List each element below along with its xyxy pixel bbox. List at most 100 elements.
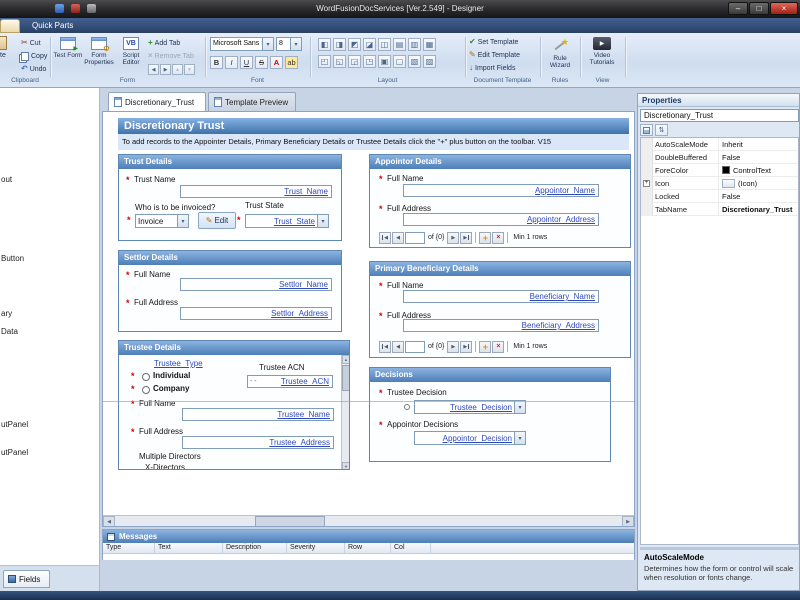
property-row[interactable]: ForeColor ControlText [641,163,798,177]
minimize-button[interactable]: – [728,2,748,15]
messages-column-header[interactable]: Description [223,543,287,554]
toolbox-item-fragment[interactable]: out [1,175,12,184]
add-record-button[interactable]: + [479,231,492,244]
layout-tool-button[interactable]: ◪ [363,38,376,51]
layout-tool-button[interactable]: ▨ [423,55,436,68]
dropdown-arrow-icon[interactable]: ▾ [177,215,188,227]
selected-object-name[interactable]: Discretionary_Trust [640,109,799,122]
font-style-button[interactable]: S [255,56,268,69]
layout-tool-button[interactable]: ▤ [393,38,406,51]
layout-tool-button[interactable]: ◫ [378,38,391,51]
hscroll-thumb[interactable] [255,516,325,526]
settlor-name-field[interactable]: Settlor_Name [180,278,332,291]
previous-record-button[interactable]: ◀ [392,231,404,244]
video-tutorials-button[interactable]: ▶ Video Tutorials [587,35,617,77]
font-style-button[interactable]: U [240,56,253,69]
move-tab-up-button[interactable]: ▲ [172,64,183,75]
layout-tool-button[interactable]: ▣ [378,55,391,68]
font-style-button[interactable]: A [270,56,283,69]
edit-button[interactable]: ✎ Edit [198,212,236,229]
layout-tool-button[interactable]: ▢ [393,55,406,68]
next-record-button[interactable]: ▶ [447,231,460,244]
company-radio[interactable] [142,386,150,394]
delete-record-button[interactable]: × [492,231,505,244]
first-record-button[interactable]: ◀ [379,340,391,353]
toolbox-item-fragment[interactable]: utPanel [1,420,28,429]
scroll-down-icon[interactable]: ▼ [342,462,349,469]
layout-tool-button[interactable]: ▧ [408,55,421,68]
property-row[interactable]: + Icon (Icon) [641,176,798,190]
scroll-right-icon[interactable]: ▶ [622,516,634,526]
messages-column-header[interactable]: Type [103,543,155,554]
add-record-button[interactable]: + [479,340,492,353]
property-value[interactable]: ControlText [719,166,798,175]
messages-column-header[interactable]: Text [155,543,223,554]
property-value[interactable]: Inherit [719,140,798,149]
layout-tool-button[interactable]: ◰ [318,55,331,68]
trustee-address-field[interactable]: Trustee_Address [182,436,334,449]
font-style-button[interactable]: B [210,56,223,69]
toolbox-item-fragment[interactable]: utPanel [1,448,28,457]
property-value[interactable]: (Icon) [719,178,798,188]
trust-state-select[interactable]: Trust_State ▾ [245,214,329,228]
toolbox-item-fragment[interactable]: Button [1,254,24,263]
script-editor-button[interactable]: VB Script Editor [116,35,146,77]
close-button[interactable]: × [770,2,798,15]
maximize-button[interactable]: □ [749,2,769,15]
move-tab-down-button[interactable]: ▼ [184,64,195,75]
tab-discretionary-trust[interactable]: Discretionary_Trust [108,92,206,111]
record-number-input[interactable] [405,340,425,353]
property-value[interactable]: False [719,192,798,201]
trustee-decision-select[interactable]: Trustee_Decision ▾ [414,400,526,414]
appointor-address-field[interactable]: Appointor_Address [403,213,599,226]
alphabetical-button[interactable]: ⇅ [655,124,668,136]
messages-column-header[interactable]: Severity [287,543,345,554]
record-number-input[interactable] [405,231,425,244]
first-record-button[interactable]: ◀ [379,231,391,244]
edit-template-button[interactable]: ✎ Edit Template [469,49,520,61]
property-value[interactable]: False [719,153,798,162]
copy-button[interactable]: Copy [21,50,47,62]
messages-column-header[interactable]: Col [391,543,431,554]
font-style-button[interactable]: I [225,56,238,69]
trustee-type-label[interactable]: Trustee_Type [154,359,203,368]
trust-name-field[interactable]: Trust_Name [180,185,332,198]
individual-label[interactable]: Individual [153,371,190,380]
remove-tab-button[interactable]: × Remove Tab [148,50,194,62]
beneficiary-address-field[interactable]: Beneficiary_Address [403,319,599,332]
scroll-up-icon[interactable]: ▲ [342,355,349,364]
set-template-button[interactable]: ✔ Set Template [469,36,518,48]
layout-tool-button[interactable]: ◩ [348,38,361,51]
individual-radio[interactable] [142,373,150,381]
scrollbar-thumb[interactable] [342,365,349,391]
toolbox-item-fragment[interactable]: ary [1,309,12,318]
appointor-name-field[interactable]: Appointor_Name [403,184,599,197]
form-properties-button[interactable]: ⚙ Form Properties [84,35,114,77]
appointor-decision-select[interactable]: Appointor_Decision ▾ [414,431,526,445]
cut-button[interactable]: ✂ Cut [21,37,41,49]
layout-tool-button[interactable]: ◳ [363,55,376,68]
delete-record-button[interactable]: × [492,340,505,353]
beneficiary-name-field[interactable]: Beneficiary_Name [403,290,599,303]
property-row[interactable]: AutoScaleMode Inherit [641,138,798,151]
messages-column-header[interactable]: Row [345,543,391,554]
font-family-select[interactable]: Microsoft Sans S ▾ [210,37,274,51]
font-size-select[interactable]: 8 ▾ [276,37,302,51]
dropdown-arrow-icon[interactable]: ▾ [317,215,328,227]
property-value[interactable]: Discretionary_Trust [719,205,798,214]
last-record-button[interactable]: ▶ [460,340,473,353]
property-row[interactable]: DoubleBuffered False [641,150,798,164]
previous-record-button[interactable]: ◀ [392,340,404,353]
property-row[interactable]: Locked False [641,189,798,203]
invoice-select[interactable]: Invoice ▾ [135,214,189,228]
dropdown-arrow-icon[interactable]: ▾ [514,401,525,413]
test-form-button[interactable]: ▶ Test Form [53,35,83,77]
last-record-button[interactable]: ▶ [460,231,473,244]
next-record-button[interactable]: ▶ [447,340,460,353]
layout-tool-button[interactable]: ▦ [423,38,436,51]
tab-template-preview[interactable]: Template Preview [208,92,296,111]
add-tab-button[interactable]: + Add Tab [148,37,180,49]
layout-tool-button[interactable]: ◲ [348,55,361,68]
import-fields-button[interactable]: ↓ Import Fields [469,62,515,74]
layout-tool-button[interactable]: ▥ [408,38,421,51]
